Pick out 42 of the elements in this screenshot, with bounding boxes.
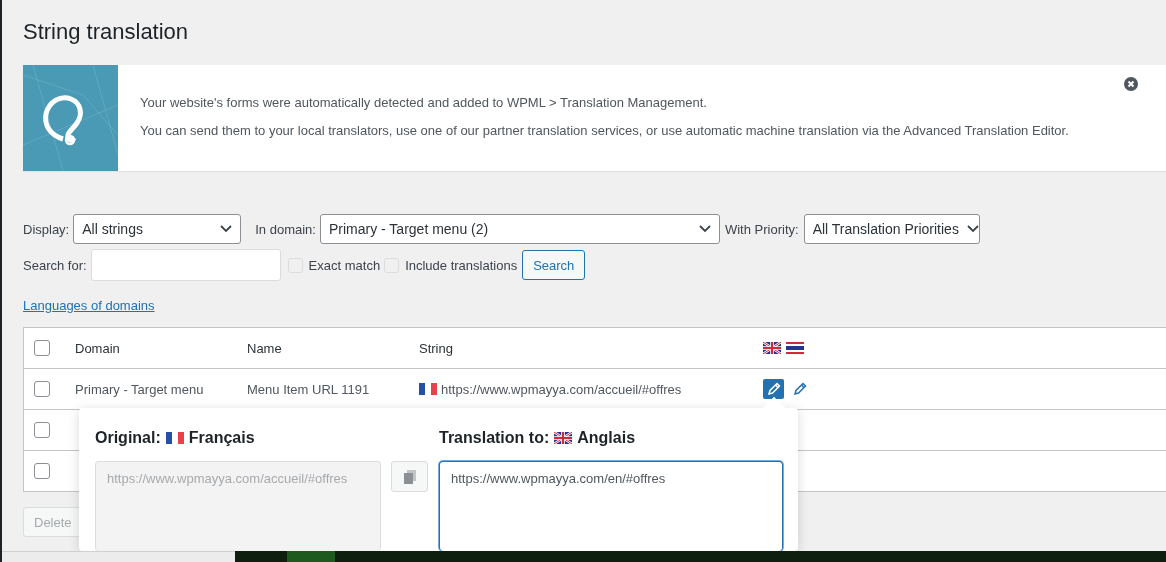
checkbox-label: Include translations	[405, 257, 518, 273]
table-cell-text: Primary - Target menu	[75, 381, 205, 397]
table-cell: https://www.wpmayya.com/accueil/#offres	[441, 381, 682, 397]
checkbox[interactable]	[34, 463, 50, 479]
translation-language: Anglais	[577, 429, 636, 447]
original-label: Original:	[95, 429, 161, 447]
original-language: Français	[188, 429, 255, 447]
checkbox[interactable]	[34, 422, 50, 438]
chevron-icon	[698, 225, 711, 233]
filter-label: Display:	[23, 221, 70, 237]
page-title: String translation	[23, 19, 190, 45]
search-button[interactable]: Search	[522, 250, 586, 280]
copy-button[interactable]	[391, 461, 428, 492]
uk-flag-icon	[763, 342, 781, 354]
column-header: Domain	[75, 340, 121, 356]
search-label: Search for:	[23, 257, 87, 273]
filter-label: With Priority:	[724, 221, 799, 237]
translation-field[interactable]: https://www.wpmayya.com/en/#offres	[439, 461, 783, 551]
column-header: Name	[247, 340, 283, 356]
notice-text: Your website's forms were automatically detected and added to WPML > Translation Management.	[140, 95, 708, 110]
checkbox[interactable]	[34, 340, 50, 356]
search-field[interactable]	[90, 249, 281, 281]
edit-translation-button[interactable]	[763, 379, 784, 399]
filter-label: In domain:	[255, 221, 316, 237]
checkbox[interactable]	[34, 381, 50, 397]
copy-icon	[403, 469, 416, 484]
table-cell-text: Menu Item URL 1191	[247, 381, 371, 397]
france-flag-icon	[165, 432, 184, 444]
notice-text: You can send them to your local translators, use one of our partner translation services, or use automatic machine translation via the Advanced Translation Editor.	[140, 123, 1069, 138]
chevron-icon	[220, 225, 233, 233]
thailand-flag-icon	[786, 342, 804, 354]
column-header: String	[419, 340, 454, 356]
checkbox-label: Exact match	[308, 257, 381, 273]
dropdown[interactable]: All strings	[73, 214, 242, 244]
chevron-icon	[966, 225, 979, 233]
dropdown[interactable]: All Translation Priorities	[803, 214, 980, 244]
close-icon[interactable]	[1124, 77, 1138, 91]
languages-link[interactable]: Languages of domains	[23, 298, 155, 313]
france-flag-icon	[419, 383, 437, 395]
translation-label: Translation to:	[439, 429, 550, 447]
uk-flag-icon	[554, 432, 573, 444]
dropdown[interactable]: Primary - Target menu (2)	[319, 214, 720, 244]
